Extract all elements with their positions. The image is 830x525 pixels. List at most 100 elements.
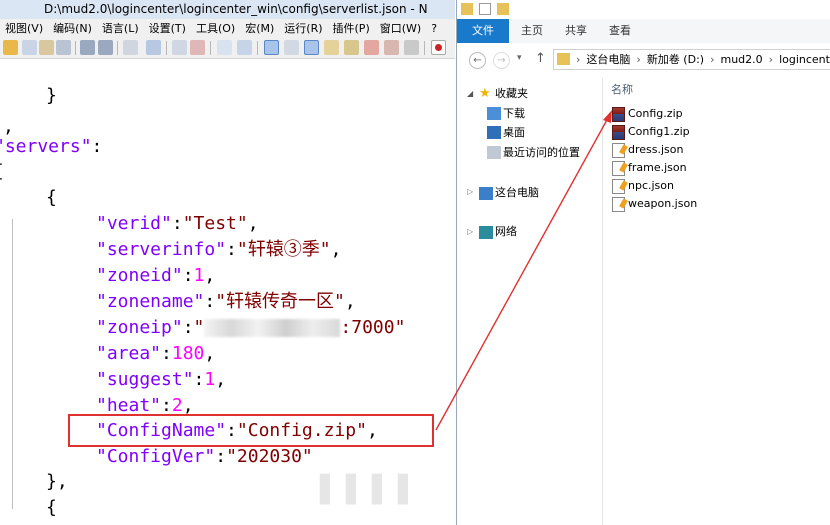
redacted-ip	[204, 319, 341, 337]
folder-workspace-icon[interactable]	[364, 40, 379, 55]
json-file-icon	[612, 196, 625, 212]
find-icon[interactable]	[123, 40, 138, 55]
code-line: },	[46, 471, 68, 492]
nav-favorites[interactable]: 收藏夹	[495, 85, 528, 103]
sync-v-icon[interactable]	[217, 40, 232, 55]
json-file-icon	[612, 160, 625, 176]
undo-icon[interactable]	[80, 40, 95, 55]
breadcrumb-item[interactable]: logincenter	[779, 50, 830, 69]
computer-icon	[479, 187, 493, 200]
nav-network[interactable]: 网络	[495, 223, 517, 241]
menu-window[interactable]: 窗口(W)	[375, 19, 426, 38]
eye-icon[interactable]	[404, 40, 419, 55]
fold-guide	[12, 219, 13, 509]
desktop-icon	[487, 126, 501, 139]
column-header-name[interactable]: 名称	[611, 81, 633, 97]
folder-icon	[557, 53, 570, 65]
tab-share[interactable]: 共享	[555, 19, 597, 43]
code-line: "zoneip":":7000"	[96, 317, 406, 338]
recent-dropdown-icon[interactable]: ▾	[517, 53, 522, 63]
redo-icon[interactable]	[98, 40, 113, 55]
code-line: }	[46, 85, 57, 106]
downloads-icon	[487, 107, 501, 120]
function-list-icon[interactable]	[344, 40, 359, 55]
paste-icon[interactable]	[56, 40, 71, 55]
network-icon	[479, 226, 493, 239]
file-list: 名称 Config.zip Config1.zip dress.json fra…	[603, 78, 830, 525]
code-line: "zoneid":1,	[96, 265, 216, 286]
menu-help[interactable]: ?	[426, 19, 442, 38]
file-item[interactable]: weapon.json	[612, 195, 697, 213]
tab-home[interactable]: 主页	[509, 19, 555, 43]
notepad-window: D:\mud2.0\logincenter\logincenter_win\co…	[0, 0, 455, 525]
show-all-chars-icon[interactable]	[284, 40, 299, 55]
window-title: D:\mud2.0\logincenter\logincenter_win\co…	[0, 0, 455, 19]
file-item[interactable]: npc.json	[612, 177, 674, 195]
file-item[interactable]: Config1.zip	[612, 123, 690, 141]
code-line: {	[46, 187, 57, 208]
code-line: "ConfigVer":"202030"	[96, 446, 313, 467]
indent-guide-icon[interactable]	[304, 40, 319, 55]
cut-icon[interactable]	[22, 40, 37, 55]
recent-places-icon	[487, 146, 501, 159]
menu-settings[interactable]: 设置(T)	[144, 19, 191, 38]
file-item[interactable]: dress.json	[612, 141, 683, 159]
json-file-icon	[612, 142, 625, 158]
code-line: {	[46, 497, 57, 518]
save-all-icon[interactable]	[3, 40, 18, 55]
nav-desktop[interactable]: 桌面	[503, 124, 525, 142]
expand-icon[interactable]: ▷	[467, 227, 473, 236]
monitor-icon[interactable]	[384, 40, 399, 55]
address-bar[interactable]: ›这台电脑›新加卷 (D:)›mud2.0›logincenter	[553, 49, 830, 70]
forward-button[interactable]: →	[493, 52, 510, 69]
code-line: "verid":"Test",	[96, 213, 259, 234]
code-line: "suggest":1,	[96, 369, 227, 390]
doc-map-icon[interactable]	[324, 40, 339, 55]
star-icon: ★	[479, 86, 491, 101]
sync-h-icon[interactable]	[237, 40, 252, 55]
new-folder-icon[interactable]	[497, 3, 509, 15]
file-item[interactable]: frame.json	[612, 159, 687, 177]
menu-plugins[interactable]: 插件(P)	[328, 19, 375, 38]
menu-tools[interactable]: 工具(O)	[191, 19, 240, 38]
explorer-window: 文件 主页 共享 查看 ← → ▾ ↑ › 这台电脑 › 新加卷 (D:) › mud2.…	[456, 0, 830, 525]
address-row: ← → ▾ ↑ ›这台电脑›新加卷 (D:)›mud2.0›logincente…	[457, 43, 830, 77]
navigation-pane: ◢ ★ 收藏夹 下载 桌面 最近访问的位置 ▷ 这台电脑 ▷ 网络	[457, 78, 603, 525]
collapse-icon[interactable]: ◢	[467, 89, 473, 98]
highlight-box	[68, 414, 434, 447]
quick-access-toolbar	[457, 0, 830, 19]
properties-icon[interactable]	[479, 3, 491, 15]
copy-icon[interactable]	[39, 40, 54, 55]
expand-icon[interactable]: ▷	[467, 187, 473, 196]
tab-view[interactable]: 查看	[599, 19, 641, 43]
code-line: "zonename":"轩辕传奇一区",	[96, 291, 356, 312]
code-line: [	[0, 159, 5, 185]
zoom-in-icon[interactable]	[172, 40, 187, 55]
file-item[interactable]: Config.zip	[612, 105, 683, 123]
menu-view[interactable]: 视图(V)	[0, 19, 48, 38]
menu-run[interactable]: 运行(R)	[279, 19, 327, 38]
watermark: ▌▌▌▌	[320, 475, 424, 505]
nav-this-pc[interactable]: 这台电脑	[495, 184, 539, 202]
tab-file[interactable]: 文件	[457, 19, 509, 43]
back-button[interactable]: ←	[469, 52, 486, 69]
menu-language[interactable]: 语言(L)	[97, 19, 144, 38]
replace-icon[interactable]	[146, 40, 161, 55]
zoom-out-icon[interactable]	[190, 40, 205, 55]
menu-encoding[interactable]: 编码(N)	[48, 19, 97, 38]
json-file-icon	[612, 178, 625, 194]
code-editor[interactable]: } , "servers": [ { "verid":"Test", "serv…	[0, 59, 455, 525]
record-macro-icon[interactable]	[431, 40, 446, 55]
zip-file-icon	[612, 106, 625, 122]
up-arrow-icon[interactable]: ↑	[535, 51, 546, 66]
nav-downloads[interactable]: 下载	[503, 105, 525, 123]
menu-macro[interactable]: 宏(M)	[240, 19, 279, 38]
nav-recent[interactable]: 最近访问的位置	[503, 144, 580, 162]
code-line: "serverinfo":"轩辕③季",	[96, 239, 342, 260]
breadcrumb-item[interactable]: 新加卷 (D:)	[647, 50, 704, 69]
folder-icon	[461, 3, 473, 15]
breadcrumb-item[interactable]: 这台电脑	[586, 50, 630, 69]
toolbar	[0, 38, 455, 59]
breadcrumb-item[interactable]: mud2.0	[720, 50, 762, 69]
word-wrap-icon[interactable]	[264, 40, 279, 55]
